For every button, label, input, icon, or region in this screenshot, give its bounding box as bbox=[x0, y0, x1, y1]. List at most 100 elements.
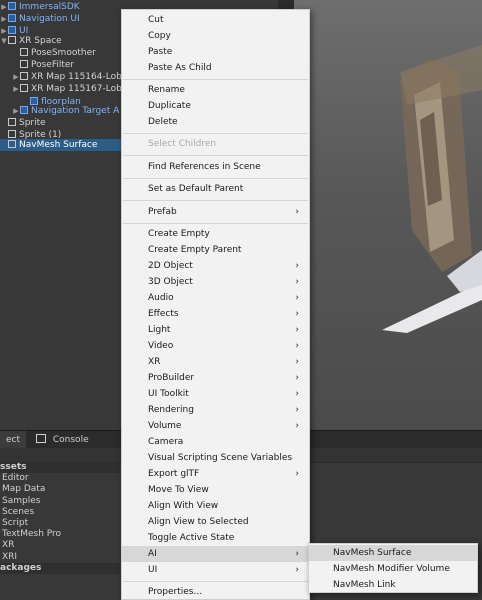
menu-item-effects[interactable]: Effects › bbox=[122, 306, 309, 322]
menu-separator bbox=[123, 223, 308, 224]
menu-item-properties[interactable]: Properties... bbox=[122, 584, 309, 600]
chevron-right-icon: › bbox=[295, 293, 299, 303]
menu-item-align-with-view[interactable]: Align With View bbox=[122, 498, 309, 514]
hierarchy-item-xr-space[interactable]: ▼ XR Space bbox=[0, 35, 62, 47]
hierarchy-item-label: XR Map 115164-Loby bbox=[31, 72, 128, 82]
expand-right-icon[interactable]: ▶ bbox=[0, 1, 8, 13]
hierarchy-item-posefilter[interactable]: PoseFilter bbox=[0, 59, 74, 71]
menu-item-find-references-in-scene[interactable]: Find References in Scene bbox=[122, 159, 309, 175]
menu-item-probuilder[interactable]: ProBuilder › bbox=[122, 370, 309, 386]
hierarchy-item-navigation-ui[interactable]: ▶ Navigation UI bbox=[0, 13, 80, 25]
hierarchy-item-label: XR Map 115167-Loby bbox=[31, 84, 128, 94]
menu-item-visual-scripting-scene-variables[interactable]: Visual Scripting Scene Variables bbox=[122, 450, 309, 466]
chevron-right-icon: › bbox=[295, 565, 299, 575]
menu-item-ui-toolkit[interactable]: UI Toolkit › bbox=[122, 386, 309, 402]
project-item-label: XR bbox=[2, 540, 15, 551]
project-folder-editor[interactable]: Editor bbox=[0, 473, 29, 484]
hierarchy-item-xr-map-115167-loby[interactable]: ▶ XR Map 115167-Loby bbox=[0, 83, 127, 95]
hierarchy-item-immersalsdk[interactable]: ▶ ImmersalSDK bbox=[0, 1, 80, 13]
menu-item-ai[interactable]: AI › bbox=[122, 546, 309, 562]
tab-console[interactable]: Console bbox=[30, 431, 95, 449]
menu-item-label: Create Empty Parent bbox=[148, 245, 242, 255]
hierarchy-item-sprite[interactable]: Sprite bbox=[0, 117, 46, 129]
expand-right-icon[interactable]: ▶ bbox=[12, 83, 20, 95]
submenu-item-navmesh-surface[interactable]: NavMesh Surface bbox=[309, 545, 477, 561]
gameobject-cube-icon bbox=[8, 140, 16, 148]
menu-item-align-view-to-selected[interactable]: Align View to Selected bbox=[122, 514, 309, 530]
menu-item-copy[interactable]: Copy bbox=[122, 28, 309, 44]
pointcloud-ceiling bbox=[400, 45, 482, 105]
menu-item-cut[interactable]: Cut bbox=[122, 12, 309, 28]
scene-view[interactable] bbox=[282, 0, 482, 430]
expand-right-icon[interactable]: ▶ bbox=[0, 13, 8, 25]
menu-item-camera[interactable]: Camera bbox=[122, 434, 309, 450]
menu-item-label: Delete bbox=[148, 117, 178, 127]
menu-item-label: XR bbox=[148, 357, 161, 367]
menu-item-rename[interactable]: Rename bbox=[122, 82, 309, 98]
menu-separator bbox=[123, 200, 308, 201]
menu-item-create-empty-parent[interactable]: Create Empty Parent bbox=[122, 242, 309, 258]
menu-item-3d-object[interactable]: 3D Object › bbox=[122, 274, 309, 290]
menu-item-label: Cut bbox=[148, 15, 164, 25]
menu-item-set-as-default-parent[interactable]: Set as Default Parent bbox=[122, 181, 309, 197]
submenu-item-navmesh-link[interactable]: NavMesh Link bbox=[309, 577, 477, 593]
gameobject-cube-icon bbox=[8, 118, 16, 126]
menu-item-label: Audio bbox=[148, 293, 174, 303]
project-folder-xr[interactable]: XR bbox=[0, 540, 14, 551]
project-folder-xri[interactable]: XRI bbox=[0, 552, 17, 563]
menu-item-prefab[interactable]: Prefab › bbox=[122, 204, 309, 220]
menu-item-ui[interactable]: UI › bbox=[122, 562, 309, 578]
project-section-header[interactable]: ssets bbox=[0, 462, 120, 474]
chevron-right-icon: › bbox=[295, 373, 299, 383]
menu-item-label: Properties... bbox=[148, 587, 203, 597]
menu-item-paste-as-child[interactable]: Paste As Child bbox=[122, 60, 309, 76]
tab-project[interactable]: ect bbox=[0, 431, 27, 449]
hierarchy-item-posesmoother[interactable]: PoseSmoother bbox=[0, 47, 96, 59]
menu-item-2d-object[interactable]: 2D Object › bbox=[122, 258, 309, 274]
hierarchy-item-navigation-target-a[interactable]: ▶ Navigation Target A bbox=[0, 105, 119, 117]
menu-separator bbox=[123, 79, 308, 80]
submenu-item-navmesh-modifier-volume[interactable]: NavMesh Modifier Volume bbox=[309, 561, 477, 577]
menu-item-label: Create Empty bbox=[148, 229, 210, 239]
project-item-label: TextMesh Pro bbox=[2, 529, 62, 540]
menu-item-toggle-active-state[interactable]: Toggle Active State bbox=[122, 530, 309, 546]
project-section-header[interactable]: ackages bbox=[0, 562, 120, 574]
expand-right-icon[interactable]: ▶ bbox=[12, 105, 20, 117]
gameobject-cube-icon bbox=[8, 36, 16, 44]
menu-item-audio[interactable]: Audio › bbox=[122, 290, 309, 306]
project-folder-samples[interactable]: Samples bbox=[0, 496, 40, 507]
menu-separator bbox=[123, 133, 308, 134]
chevron-right-icon: › bbox=[295, 357, 299, 367]
hierarchy-item-label: XR Space bbox=[19, 36, 62, 46]
menu-item-light[interactable]: Light › bbox=[122, 322, 309, 338]
project-folder-textmesh-pro[interactable]: TextMesh Pro bbox=[0, 529, 61, 540]
menu-item-paste[interactable]: Paste bbox=[122, 44, 309, 60]
project-item-label: Map Data bbox=[2, 484, 46, 495]
context-menu: Cut Copy Paste Paste As Child Rename Duplicat… bbox=[121, 9, 310, 600]
menu-item-video[interactable]: Video › bbox=[122, 338, 309, 354]
expand-right-icon[interactable]: ▶ bbox=[12, 71, 20, 83]
menu-item-label: Set as Default Parent bbox=[148, 184, 244, 194]
menu-item-move-to-view[interactable]: Move To View bbox=[122, 482, 309, 498]
menu-item-create-empty[interactable]: Create Empty bbox=[122, 226, 309, 242]
chevron-right-icon: › bbox=[295, 341, 299, 351]
menu-item-volume[interactable]: Volume › bbox=[122, 418, 309, 434]
menu-item-xr[interactable]: XR › bbox=[122, 354, 309, 370]
menu-item-delete[interactable]: Delete bbox=[122, 114, 309, 130]
menu-item-rendering[interactable]: Rendering › bbox=[122, 402, 309, 418]
menu-item-label: UI Toolkit bbox=[148, 389, 189, 399]
gameobject-cube-icon bbox=[20, 84, 28, 92]
chevron-right-icon: › bbox=[295, 261, 299, 271]
menu-item-label: Copy bbox=[148, 31, 171, 41]
project-folder-script[interactable]: Script bbox=[0, 518, 28, 529]
expand-down-icon[interactable]: ▼ bbox=[0, 35, 8, 47]
menu-item-duplicate[interactable]: Duplicate bbox=[122, 98, 309, 114]
project-folder-map-data[interactable]: Map Data bbox=[0, 484, 45, 495]
hierarchy-item-xr-map-115164-loby[interactable]: ▶ XR Map 115164-Loby bbox=[0, 71, 127, 83]
scene-geometry bbox=[382, 45, 482, 333]
hierarchy-item-label: PoseFilter bbox=[31, 60, 75, 70]
menu-item-export-gltf[interactable]: Export glTF › bbox=[122, 466, 309, 482]
project-item-label: Samples bbox=[2, 495, 41, 506]
project-folder-scenes[interactable]: Scenes bbox=[0, 507, 34, 518]
chevron-right-icon: › bbox=[295, 405, 299, 415]
